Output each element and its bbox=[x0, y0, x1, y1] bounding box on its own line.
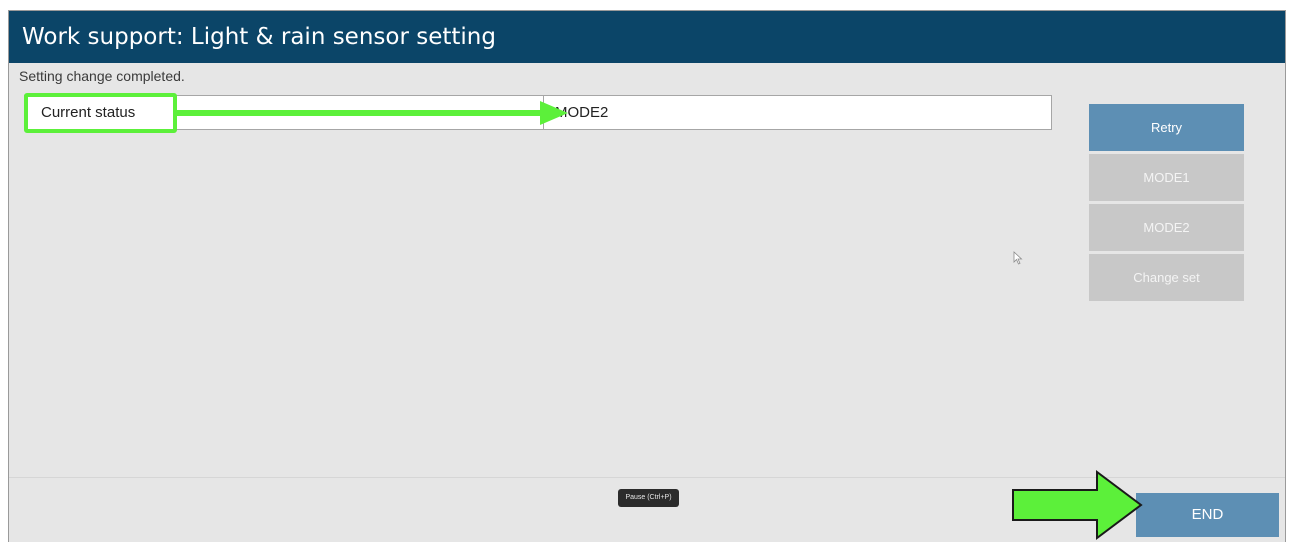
end-arrow-icon bbox=[1012, 470, 1143, 540]
work-support-window: Work support: Light & rain sensor settin… bbox=[8, 10, 1286, 542]
arrow-right-icon bbox=[176, 101, 568, 125]
retry-button[interactable]: Retry bbox=[1089, 104, 1244, 151]
end-button[interactable]: END bbox=[1136, 493, 1279, 537]
pause-badge[interactable]: Pause (Ctrl+P) bbox=[618, 489, 679, 507]
mode1-button[interactable]: MODE1 bbox=[1089, 154, 1244, 201]
current-status-value: MODE2 bbox=[555, 104, 609, 121]
mouse-pointer-icon bbox=[1013, 251, 1023, 265]
mode2-button[interactable]: MODE2 bbox=[1089, 204, 1244, 251]
window-title: Work support: Light & rain sensor settin… bbox=[9, 11, 1285, 63]
change-set-button[interactable]: Change set bbox=[1089, 254, 1244, 301]
status-message: Setting change completed. bbox=[19, 68, 185, 84]
highlight-box bbox=[24, 93, 177, 133]
